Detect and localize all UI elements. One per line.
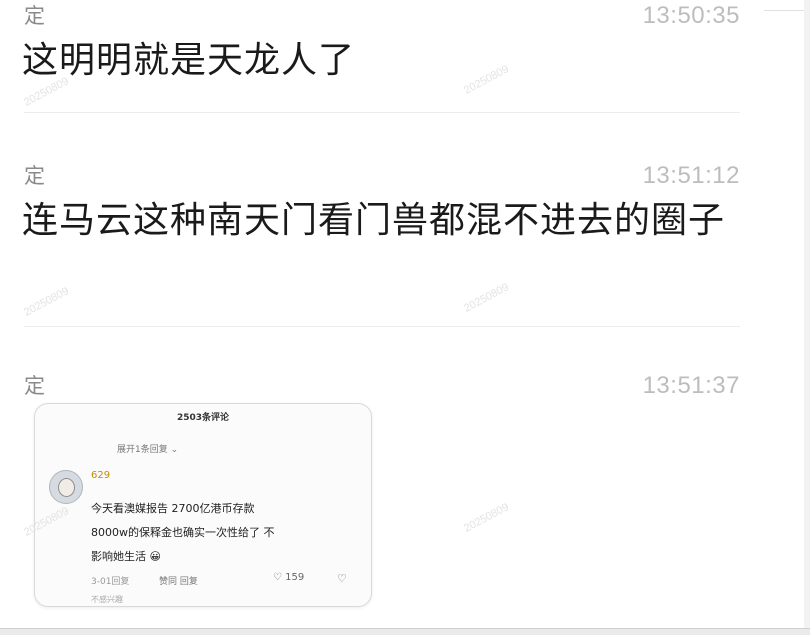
sender-name: 定 — [24, 4, 45, 28]
comment-line-2: 8000w的保释金也确实一次性给了 不 — [91, 526, 275, 539]
scrollbar-track[interactable] — [764, 0, 810, 635]
comment-actions: 赞同 回复 — [159, 577, 198, 587]
comment-count-title: 2503条评论 — [176, 413, 230, 423]
comment-date: 3-01回复 — [91, 577, 130, 587]
message-3: 定 13:51:37 — [0, 370, 760, 400]
sender-name: 定 — [24, 164, 45, 188]
comment-username: 629 — [91, 470, 111, 481]
message-time: 13:51:37 — [642, 372, 740, 399]
image-message[interactable]: 2503条评论 展开1条回复 ⌄ 629 今天看澳媒报告 2700亿港币存款 8… — [34, 403, 372, 607]
message-time: 13:51:12 — [642, 162, 740, 189]
comment-line-1: 今天看澳媒报告 2700亿港币存款 — [91, 502, 255, 515]
not-interested-link: 不感兴趣 — [91, 595, 123, 604]
message-divider — [24, 326, 740, 327]
sender-name: 定 — [24, 374, 45, 398]
dislike-icon: ♡ — [337, 572, 347, 585]
message-2: 定 13:51:12 连马云这种南天门看门兽都混不进去的圈子 — [0, 160, 760, 320]
message-time: 13:50:35 — [642, 2, 740, 29]
watermark: 20250809 — [462, 501, 511, 535]
avatar — [49, 470, 83, 504]
like-count: ♡ 159 — [273, 572, 305, 583]
message-divider — [24, 112, 740, 113]
message-1: 定 13:50:35 这明明就是天龙人了 — [0, 0, 760, 110]
message-text[interactable]: 这明明就是天龙人了 — [22, 32, 742, 90]
message-text[interactable]: 连马云这种南天门看门兽都混不进去的圈子 — [22, 192, 742, 250]
bottom-edge — [0, 628, 810, 635]
expand-replies-link: 展开1条回复 ⌄ — [117, 445, 179, 455]
comment-line-3: 影响她生活 😀 — [91, 550, 161, 563]
